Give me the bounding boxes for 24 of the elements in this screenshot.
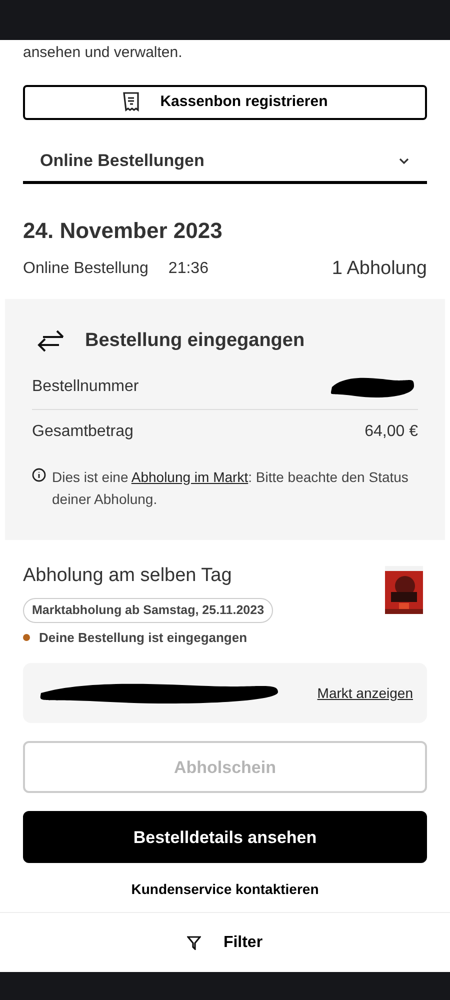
detail-label: Gesamtbetrag (32, 422, 134, 442)
order-time: 21:36 (168, 258, 208, 279)
status-title: Bestellung eingegangen (85, 329, 305, 353)
receipt-icon (122, 92, 140, 112)
show-store-link[interactable]: Markt anzeigen (317, 682, 413, 704)
order-type: Online Bestellung (23, 258, 148, 279)
filter-icon (187, 936, 202, 950)
contact-link[interactable]: Kundenservice kontaktieren (23, 879, 427, 900)
pickup-title: Abholung am selben Tag (23, 564, 232, 588)
chevron-icon (398, 157, 410, 165)
pickup-info-link[interactable]: Abholung im Markt (131, 468, 248, 484)
order-type-dropdown[interactable]: Online Bestellungen (23, 142, 427, 184)
receipt-button[interactable]: Kassenbon registrieren (23, 84, 427, 120)
intro-text: ansehen und verwalten. (23, 43, 184, 63)
pickup-status: Deine Bestellung ist eingegangen (39, 628, 248, 647)
pickup-count: 1 Abholung (332, 256, 427, 280)
detail-label: Bestellnummer (32, 377, 139, 397)
info-text: Dies ist eine Abholung im Markt: Bitte beachte den Status deiner Abholung. (52, 468, 410, 509)
filter-button[interactable]: Filter (187, 930, 263, 954)
order-date: 24. November 2023 (23, 216, 224, 244)
pickup-date-badge: Marktabholung ab Samstag, 25.11.2023 (23, 598, 274, 623)
info-icon (32, 468, 46, 482)
detail-value: 64,00 € (364, 422, 418, 442)
order-details-button[interactable]: Bestelldetails ansehen (23, 811, 427, 864)
